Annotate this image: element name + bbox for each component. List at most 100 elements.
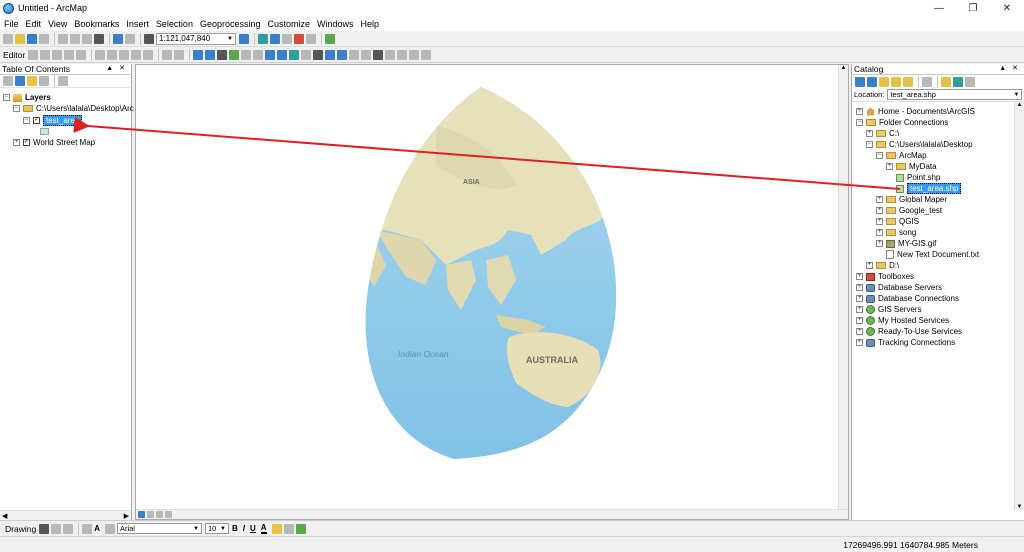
edit-tool-icon[interactable]	[28, 49, 39, 60]
catalog-item-new-text-document[interactable]: New Text Document.txt	[886, 249, 979, 260]
html-popup-icon[interactable]	[349, 49, 360, 60]
select-elements-icon[interactable]	[39, 523, 50, 534]
refresh-icon[interactable]	[953, 76, 963, 87]
underline-button[interactable]: U	[250, 524, 256, 533]
map-vertical-scrollbar[interactable]: ▲ ▼	[838, 65, 848, 519]
refresh-view-icon[interactable]	[156, 511, 163, 518]
minimize-icon[interactable]: —	[922, 0, 956, 16]
test-area-layer-row[interactable]: − ✓ test_area	[23, 115, 83, 126]
catalog-item-toolboxes[interactable]: + Toolboxes	[856, 271, 914, 282]
expand-icon[interactable]: +	[856, 273, 863, 280]
rotate-element-icon[interactable]	[51, 523, 62, 534]
collapse-icon[interactable]: −	[856, 119, 863, 126]
delete-icon[interactable]	[94, 33, 104, 44]
catalog-item-c-drive[interactable]: + C:\	[866, 128, 899, 139]
select-elements-icon[interactable]	[313, 49, 324, 60]
cut-polygons-icon[interactable]	[119, 49, 130, 60]
world-street-map-row[interactable]: + ✓ World Street Map	[13, 137, 95, 148]
end-point-arc-icon[interactable]	[64, 49, 75, 60]
catalog-item-tracking-connections[interactable]: + Tracking Connections	[856, 337, 955, 348]
map-view[interactable]: ASIA Indian Ocean AUSTRALIA ▲ ▼	[135, 64, 849, 520]
rotate-icon[interactable]	[143, 49, 154, 60]
layers-row[interactable]: − Layers	[3, 92, 51, 103]
measure-icon[interactable]	[361, 49, 372, 60]
new-document-icon[interactable]	[3, 33, 13, 44]
catalog-item-point-shp[interactable]: Point.shp	[896, 172, 940, 183]
time-slider-icon[interactable]	[409, 49, 420, 60]
editor-toolbar-icon[interactable]	[239, 33, 249, 44]
font-color-button[interactable]: A	[260, 523, 267, 534]
collapse-icon[interactable]: −	[876, 152, 883, 159]
menu-bookmarks[interactable]: Bookmarks	[74, 19, 119, 29]
catalog-item-mydata[interactable]: + MyData	[886, 161, 937, 172]
create-viewer-window-icon[interactable]	[421, 49, 432, 60]
collapse-icon[interactable]: −	[23, 117, 30, 124]
cut-icon[interactable]	[58, 33, 68, 44]
scroll-right-icon[interactable]: ▶	[124, 512, 129, 520]
redo-icon[interactable]	[125, 33, 135, 44]
find-icon[interactable]	[373, 49, 384, 60]
views-icon[interactable]	[922, 76, 932, 87]
line-color-icon[interactable]	[283, 523, 294, 534]
print-icon[interactable]	[39, 33, 49, 44]
scroll-up-icon[interactable]: ▲	[841, 65, 847, 71]
expand-icon[interactable]: +	[856, 328, 863, 335]
maximize-icon[interactable]: ❐	[956, 0, 990, 16]
pause-drawing-icon[interactable]	[165, 511, 172, 518]
go-back-icon[interactable]	[265, 49, 276, 60]
menu-insert[interactable]: Insert	[126, 19, 149, 29]
expand-icon[interactable]: +	[13, 139, 20, 146]
menu-edit[interactable]: Edit	[26, 19, 42, 29]
expand-icon[interactable]: +	[856, 306, 863, 313]
identify-icon[interactable]	[325, 49, 336, 60]
test-area-layer-label[interactable]: test_area	[43, 115, 83, 126]
new-folder-icon[interactable]	[941, 76, 951, 87]
pan-icon[interactable]	[217, 49, 228, 60]
expand-icon[interactable]: +	[876, 229, 883, 236]
expand-icon[interactable]: +	[876, 207, 883, 214]
catalog-item-database-connections[interactable]: + Database Connections	[856, 293, 959, 304]
table-of-contents-icon[interactable]	[258, 33, 268, 44]
close-icon[interactable]: ✕	[990, 0, 1024, 16]
select-by-rectangle-icon[interactable]	[289, 49, 300, 60]
rectangle-tool-icon[interactable]	[82, 523, 93, 534]
catalog-item-my-gis-gif[interactable]: + MY-GIS.gif	[876, 238, 936, 249]
split-icon[interactable]	[131, 49, 142, 60]
fill-color-icon[interactable]	[271, 523, 282, 534]
data-view-icon[interactable]	[138, 511, 145, 518]
undo-icon[interactable]	[113, 33, 123, 44]
find-route-icon[interactable]	[385, 49, 396, 60]
catalog-item-arcmap[interactable]: − ArcMap	[876, 150, 927, 161]
expand-icon[interactable]: +	[856, 317, 863, 324]
italic-button[interactable]: I	[243, 524, 245, 533]
catalog-item-gis-servers[interactable]: + GIS Servers	[856, 304, 922, 315]
edit-vertices-icon[interactable]	[95, 49, 106, 60]
catalog-item-test-area-shp[interactable]: test_area.shp	[896, 183, 962, 194]
expand-icon[interactable]: +	[856, 339, 863, 346]
catalog-item-google-test[interactable]: + Google_test	[876, 205, 942, 216]
test-area-symbol-row[interactable]	[40, 126, 49, 137]
layer-visibility-checkbox[interactable]: ✓	[33, 117, 40, 124]
zoom-in-icon[interactable]	[193, 49, 204, 60]
copy-icon[interactable]	[70, 33, 80, 44]
fixed-zoom-out-icon[interactable]	[253, 49, 264, 60]
toc-options-icon[interactable]	[58, 76, 68, 86]
text-tool-button[interactable]: A	[94, 524, 100, 533]
forward-arrow-icon[interactable]	[867, 76, 877, 87]
catalog-item-d-drive[interactable]: + D:\	[866, 260, 899, 271]
expand-icon[interactable]: +	[856, 108, 863, 115]
back-arrow-icon[interactable]	[855, 76, 865, 87]
reshape-icon[interactable]	[107, 49, 118, 60]
collapse-icon[interactable]: −	[866, 141, 873, 148]
pin-icon[interactable]: ▲ ✕	[106, 64, 127, 72]
collapse-icon[interactable]: −	[13, 105, 20, 112]
expand-icon[interactable]: +	[876, 218, 883, 225]
zoom-out-icon[interactable]	[205, 49, 216, 60]
add-data-icon[interactable]	[144, 33, 154, 44]
map-canvas[interactable]: ASIA Indian Ocean AUSTRALIA	[136, 65, 838, 509]
save-icon[interactable]	[27, 33, 37, 44]
scroll-up-icon[interactable]: ▲	[1017, 102, 1023, 108]
bold-button[interactable]: B	[232, 524, 238, 533]
list-by-selection-icon[interactable]	[39, 76, 49, 86]
marker-color-icon[interactable]	[295, 523, 306, 534]
